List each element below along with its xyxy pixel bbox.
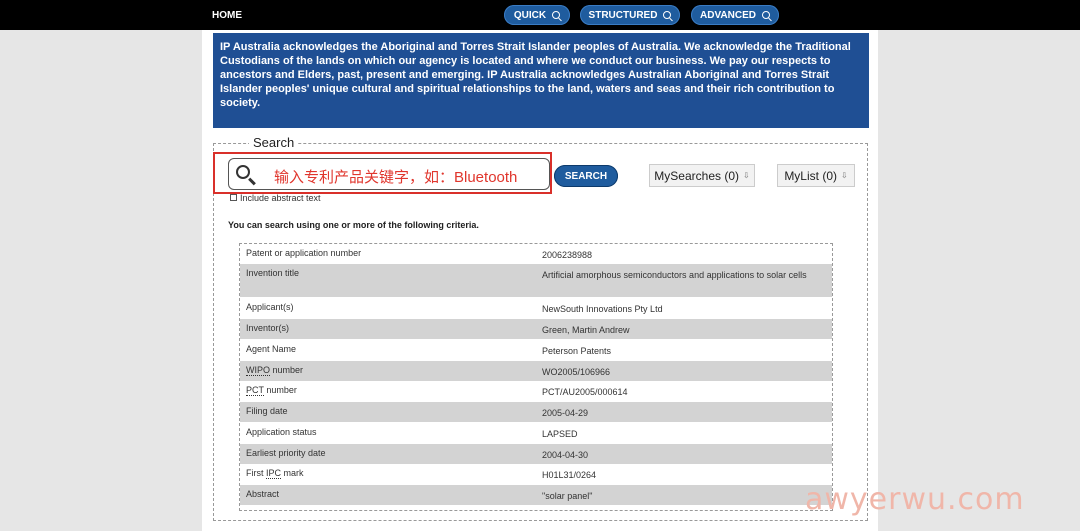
my-list-label: MyList (0) bbox=[784, 168, 837, 183]
row-value: 2005-04-29 bbox=[542, 408, 589, 418]
arrow-down-icon: ⇩ bbox=[743, 171, 750, 180]
table-row: Invention title Artificial amorphous sem… bbox=[240, 264, 832, 297]
my-list-button[interactable]: MyList (0) ⇩ bbox=[777, 164, 855, 187]
row-label-rest: mark bbox=[281, 468, 304, 478]
row-label: First IPC mark bbox=[246, 468, 304, 479]
search-icon bbox=[761, 11, 770, 19]
row-label: Applicant(s) bbox=[246, 302, 294, 312]
row-value: PCT/AU2005/000614 bbox=[542, 387, 628, 397]
acknowledgement-banner: IP Australia acknowledges the Aboriginal… bbox=[213, 33, 869, 128]
arrow-down-icon: ⇩ bbox=[840, 171, 848, 180]
structured-search-button[interactable]: STRUCTURED bbox=[580, 5, 680, 25]
table-row: Application status LAPSED bbox=[240, 423, 832, 443]
table-row: Abstract "solar panel" bbox=[240, 485, 832, 505]
search-legend: Search bbox=[249, 135, 299, 150]
home-link[interactable]: HOME bbox=[212, 10, 242, 21]
ipc-abbr: IPC bbox=[266, 468, 282, 479]
row-label-pre: First bbox=[246, 468, 266, 478]
advanced-label: ADVANCED bbox=[700, 9, 756, 21]
row-value: LAPSED bbox=[542, 429, 578, 439]
search-icon bbox=[663, 11, 672, 19]
table-row: WIPO number WO2005/106966 bbox=[240, 361, 832, 381]
row-label: Agent Name bbox=[246, 344, 297, 354]
row-value: Artificial amorphous semiconductors and … bbox=[542, 270, 807, 280]
structured-label: STRUCTURED bbox=[588, 9, 658, 21]
quick-search-button[interactable]: QUICK bbox=[504, 5, 570, 25]
row-label: Filing date bbox=[246, 406, 288, 416]
table-row: PCT number PCT/AU2005/000614 bbox=[240, 381, 832, 401]
row-value: 2004-04-30 bbox=[542, 450, 589, 460]
row-label: Earliest priority date bbox=[246, 448, 326, 458]
row-value: "solar panel" bbox=[542, 491, 593, 501]
watermark: awyerwu.com bbox=[805, 482, 1025, 517]
table-row: Earliest priority date 2004-04-30 bbox=[240, 444, 832, 464]
table-row: Patent or application number 2006238988 bbox=[240, 244, 832, 264]
wipo-abbr: WIPO bbox=[246, 365, 270, 376]
row-value: WO2005/106966 bbox=[542, 367, 611, 377]
search-button[interactable]: SEARCH bbox=[554, 165, 618, 187]
table-row: Inventor(s) Green, Martin Andrew bbox=[240, 319, 832, 339]
row-value: 2006238988 bbox=[542, 250, 593, 260]
table-row: Filing date 2005-04-29 bbox=[240, 402, 832, 422]
advanced-search-button[interactable]: ADVANCED bbox=[691, 5, 779, 25]
row-label-rest: number bbox=[263, 385, 297, 395]
row-label: Application status bbox=[246, 427, 317, 437]
row-label: Abstract bbox=[246, 489, 280, 499]
table-row: Agent Name Peterson Patents bbox=[240, 340, 832, 360]
quick-label: QUICK bbox=[513, 9, 547, 21]
row-value: NewSouth Innovations Pty Ltd bbox=[542, 304, 663, 314]
row-label: Patent or application number bbox=[246, 248, 362, 258]
row-label: Invention title bbox=[246, 268, 300, 278]
row-value: H01L31/0264 bbox=[542, 470, 597, 480]
pct-abbr: PCT bbox=[246, 385, 264, 396]
highlight-box bbox=[213, 152, 552, 194]
my-searches-button[interactable]: MySearches (0) ⇩ bbox=[649, 164, 755, 187]
row-value: Green, Martin Andrew bbox=[542, 325, 630, 335]
row-label: PCT number bbox=[246, 385, 297, 396]
include-abstract-checkbox[interactable] bbox=[230, 194, 237, 201]
row-label: WIPO number bbox=[246, 365, 304, 376]
criteria-intro: You can search using one or more of the … bbox=[228, 220, 479, 230]
row-label-rest: number bbox=[270, 365, 304, 375]
my-searches-label: MySearches (0) bbox=[654, 168, 739, 183]
table-row: Applicant(s) NewSouth Innovations Pty Lt… bbox=[240, 298, 832, 318]
search-icon bbox=[552, 11, 561, 19]
table-row: First IPC mark H01L31/0264 bbox=[240, 464, 832, 484]
row-value: Peterson Patents bbox=[542, 346, 612, 356]
include-abstract-label: Include abstract text bbox=[240, 193, 321, 203]
row-label: Inventor(s) bbox=[246, 323, 290, 333]
